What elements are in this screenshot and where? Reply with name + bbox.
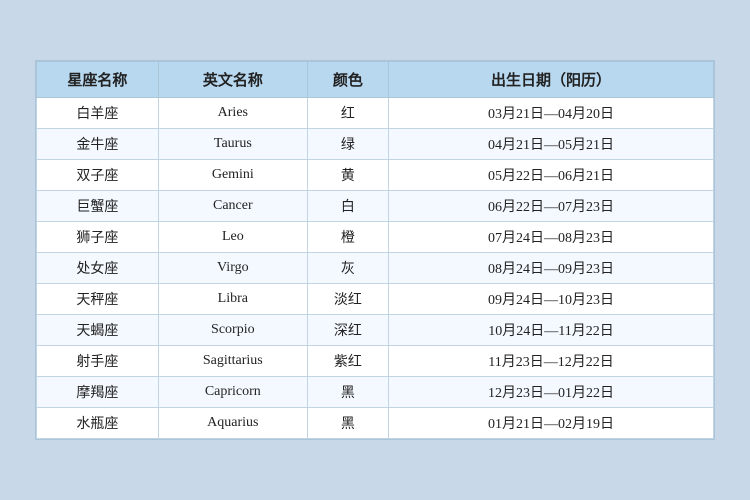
- cell-date: 05月22日—06月21日: [389, 160, 714, 191]
- cell-date: 01月21日—02月19日: [389, 408, 714, 439]
- cell-date: 12月23日—01月22日: [389, 377, 714, 408]
- cell-color: 绿: [307, 129, 388, 160]
- cell-color: 紫红: [307, 346, 388, 377]
- cell-color: 黑: [307, 408, 388, 439]
- cell-color: 白: [307, 191, 388, 222]
- cell-color: 灰: [307, 253, 388, 284]
- cell-color: 淡红: [307, 284, 388, 315]
- table-row: 水瓶座Aquarius黑01月21日—02月19日: [37, 408, 714, 439]
- cell-chinese: 双子座: [37, 160, 159, 191]
- cell-english: Gemini: [158, 160, 307, 191]
- cell-english: Libra: [158, 284, 307, 315]
- header-chinese: 星座名称: [37, 62, 159, 98]
- table-header-row: 星座名称 英文名称 颜色 出生日期（阳历）: [37, 62, 714, 98]
- cell-color: 深红: [307, 315, 388, 346]
- table-body: 白羊座Aries红03月21日—04月20日金牛座Taurus绿04月21日—0…: [37, 98, 714, 439]
- cell-english: Capricorn: [158, 377, 307, 408]
- cell-date: 06月22日—07月23日: [389, 191, 714, 222]
- cell-chinese: 巨蟹座: [37, 191, 159, 222]
- table-row: 天秤座Libra淡红09月24日—10月23日: [37, 284, 714, 315]
- header-english: 英文名称: [158, 62, 307, 98]
- table-row: 白羊座Aries红03月21日—04月20日: [37, 98, 714, 129]
- cell-chinese: 射手座: [37, 346, 159, 377]
- cell-date: 04月21日—05月21日: [389, 129, 714, 160]
- cell-english: Scorpio: [158, 315, 307, 346]
- cell-date: 09月24日—10月23日: [389, 284, 714, 315]
- cell-english: Cancer: [158, 191, 307, 222]
- zodiac-table-wrapper: 星座名称 英文名称 颜色 出生日期（阳历） 白羊座Aries红03月21日—04…: [35, 60, 715, 440]
- cell-english: Sagittarius: [158, 346, 307, 377]
- header-date: 出生日期（阳历）: [389, 62, 714, 98]
- table-row: 巨蟹座Cancer白06月22日—07月23日: [37, 191, 714, 222]
- table-row: 射手座Sagittarius紫红11月23日—12月22日: [37, 346, 714, 377]
- cell-chinese: 金牛座: [37, 129, 159, 160]
- cell-chinese: 水瓶座: [37, 408, 159, 439]
- cell-date: 07月24日—08月23日: [389, 222, 714, 253]
- cell-chinese: 处女座: [37, 253, 159, 284]
- cell-english: Leo: [158, 222, 307, 253]
- cell-date: 11月23日—12月22日: [389, 346, 714, 377]
- cell-color: 黄: [307, 160, 388, 191]
- zodiac-table: 星座名称 英文名称 颜色 出生日期（阳历） 白羊座Aries红03月21日—04…: [36, 61, 714, 439]
- cell-date: 08月24日—09月23日: [389, 253, 714, 284]
- table-row: 双子座Gemini黄05月22日—06月21日: [37, 160, 714, 191]
- cell-english: Aries: [158, 98, 307, 129]
- cell-chinese: 摩羯座: [37, 377, 159, 408]
- cell-color: 橙: [307, 222, 388, 253]
- cell-chinese: 天蝎座: [37, 315, 159, 346]
- cell-color: 红: [307, 98, 388, 129]
- cell-english: Taurus: [158, 129, 307, 160]
- cell-chinese: 狮子座: [37, 222, 159, 253]
- table-row: 摩羯座Capricorn黑12月23日—01月22日: [37, 377, 714, 408]
- cell-english: Aquarius: [158, 408, 307, 439]
- table-row: 狮子座Leo橙07月24日—08月23日: [37, 222, 714, 253]
- cell-chinese: 白羊座: [37, 98, 159, 129]
- cell-date: 03月21日—04月20日: [389, 98, 714, 129]
- cell-date: 10月24日—11月22日: [389, 315, 714, 346]
- table-row: 天蝎座Scorpio深红10月24日—11月22日: [37, 315, 714, 346]
- table-row: 金牛座Taurus绿04月21日—05月21日: [37, 129, 714, 160]
- header-color: 颜色: [307, 62, 388, 98]
- cell-color: 黑: [307, 377, 388, 408]
- cell-chinese: 天秤座: [37, 284, 159, 315]
- cell-english: Virgo: [158, 253, 307, 284]
- table-row: 处女座Virgo灰08月24日—09月23日: [37, 253, 714, 284]
